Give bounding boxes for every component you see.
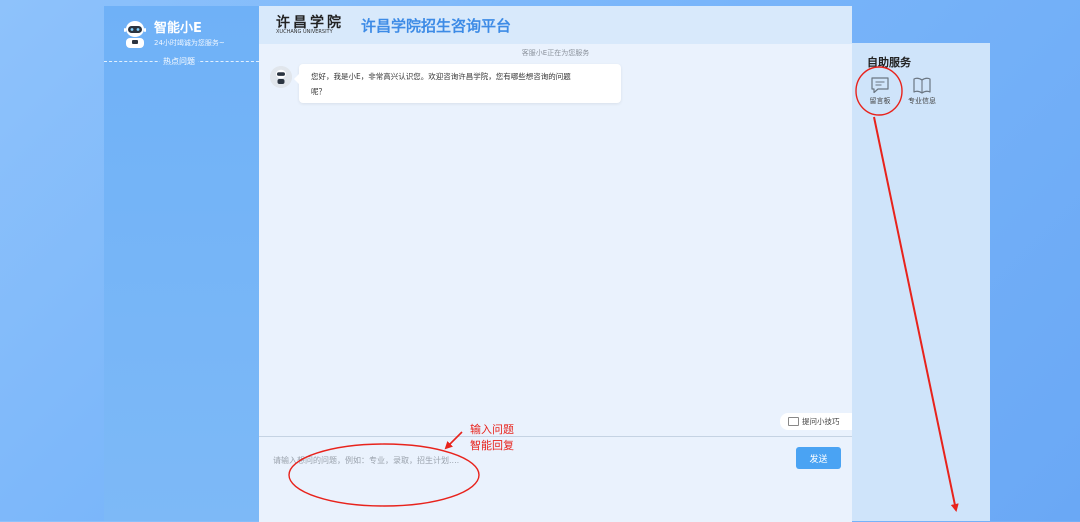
header: 许昌学院 XUCHANG UNIVERSITY 许昌学院招生咨询平台 <box>259 6 852 44</box>
self-service-panel: 自助服务 留言板 专业信息 <box>852 43 990 521</box>
bot-name: 智能小E <box>154 21 202 36</box>
major-info-button[interactable]: 专业信息 <box>900 76 944 106</box>
annotation-text-line2: 智能回复 <box>470 439 514 452</box>
bot-message-line: 您好，我是小E，非常高兴认识您。欢迎咨询许昌学院，您有哪些想咨询的问题 <box>311 72 571 81</box>
message-board-label: 留言板 <box>869 97 891 105</box>
page-title: 许昌学院招生咨询平台 <box>361 17 512 35</box>
sidebar: 智能小E 24小时竭诚为您服务~ 热点问题 <box>104 6 259 521</box>
self-service-title: 自助服务 <box>867 56 911 69</box>
bot-message-avatar-icon <box>270 66 292 88</box>
major-info-label: 专业信息 <box>908 97 936 105</box>
bot-subtitle: 24小时竭诚为您服务~ <box>154 39 225 47</box>
bot-message-line: 呢？ <box>311 87 326 96</box>
annotation-text-line1: 输入问题 <box>470 423 514 436</box>
app-window: 智能小E 24小时竭诚为您服务~ 热点问题 许昌学院 XUCHANG UNIVE… <box>104 6 990 522</box>
chat-panel: 许昌学院 XUCHANG UNIVERSITY 许昌学院招生咨询平台 客服小E正… <box>259 6 852 522</box>
robot-avatar-icon <box>124 21 146 48</box>
question-tips-button[interactable]: 提问小技巧 <box>780 413 852 430</box>
send-button[interactable]: 发送 <box>796 447 841 469</box>
service-notice: 客服小E正在为您服务 <box>521 49 590 57</box>
tips-book-icon <box>788 417 799 426</box>
message-board-button[interactable]: 留言板 <box>858 76 902 106</box>
message-board-icon <box>871 77 889 94</box>
bot-message: 您好，我是小E，非常高兴认识您。欢迎咨询许昌学院，您有哪些想咨询的问题 呢？ <box>294 64 621 103</box>
book-icon <box>913 77 931 94</box>
hot-questions-label[interactable]: 热点问题 <box>160 56 198 67</box>
question-tips-label: 提问小技巧 <box>802 417 840 426</box>
university-logo-en: XUCHANG UNIVERSITY <box>276 29 333 35</box>
input-area: 发送 <box>259 436 852 522</box>
